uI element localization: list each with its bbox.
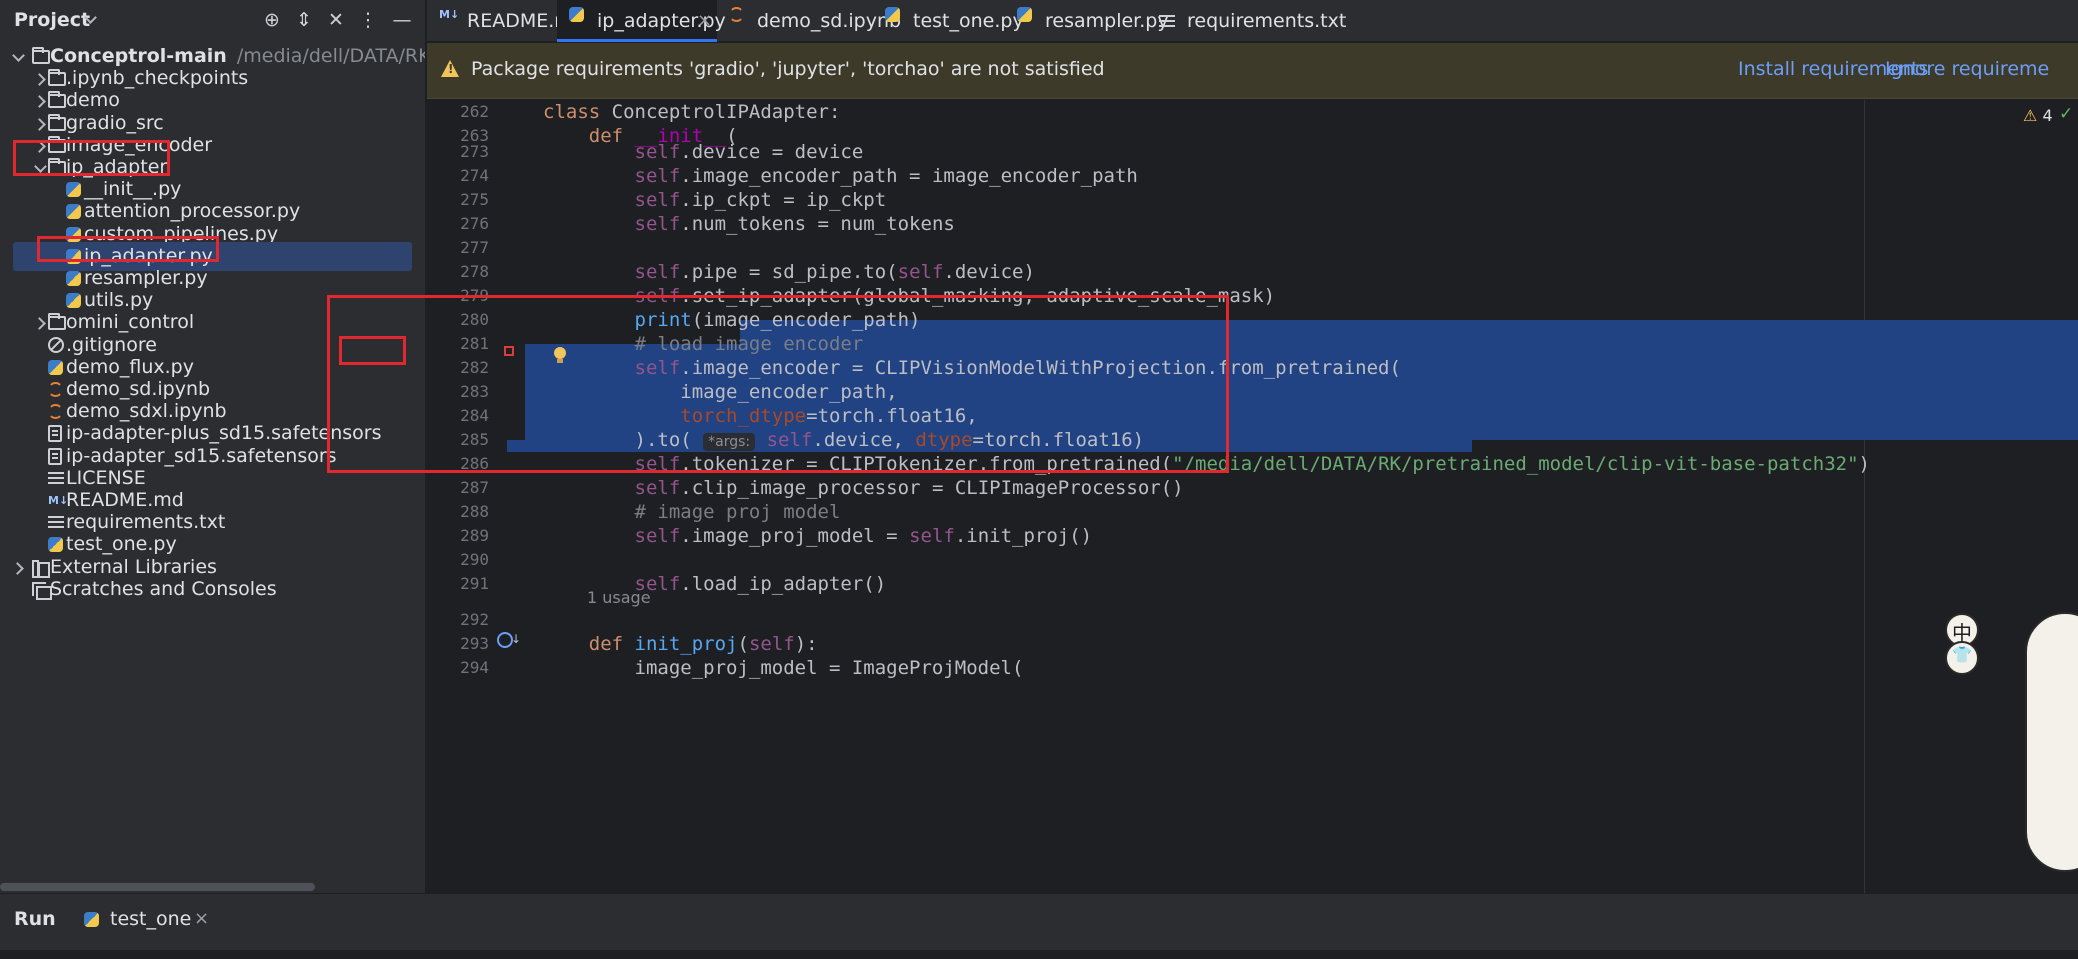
warning-icon: [441, 60, 459, 77]
folder-icon: [48, 313, 66, 331]
tab-close-icon[interactable]: ×: [697, 0, 712, 42]
run-tab-label: test_one: [110, 908, 192, 930]
inspection-ok-icon: ✓: [2059, 104, 2074, 124]
tab-test-one-py[interactable]: test_one.py: [873, 0, 1024, 42]
tab-demo-sd-ipynb[interactable]: demo_sd.ipynb: [717, 0, 901, 42]
sticker-char-2: 👕: [1952, 645, 1972, 664]
folder-icon: [48, 91, 66, 109]
tree-item-scratches-and-consoles[interactable]: Scratches and Consoles: [0, 575, 425, 604]
file-icon: [48, 447, 62, 465]
warning-count-value: 4: [2042, 106, 2053, 125]
python-file-icon: [66, 226, 81, 242]
tree-item-text: Scratches and Consoles: [50, 577, 277, 600]
project-header: Project ⊕ ⇕ ✕ ⋮ —: [0, 0, 425, 40]
intention-bulb-icon[interactable]: [553, 347, 567, 365]
close-all-icon[interactable]: ✕: [322, 6, 350, 34]
run-toolwindow: Run test_one ×: [0, 893, 2078, 959]
tree-item-label: Scratches and Consoles: [50, 575, 277, 604]
python-file-icon: [66, 248, 81, 264]
tab-ip-adapter-py[interactable]: ip_adapter.py ×: [557, 0, 726, 42]
text-file-icon: [48, 514, 64, 531]
markdown-icon: M↓: [439, 8, 460, 21]
file-icon: [48, 425, 62, 443]
python-file-icon: [48, 537, 63, 553]
code-line[interactable]: self.num_tokens = num_tokens: [543, 208, 955, 240]
python-file-icon: [84, 912, 99, 927]
options-menu-icon[interactable]: ⋮: [354, 6, 382, 34]
notebook-icon: [48, 382, 63, 397]
locate-file-icon[interactable]: ⊕: [258, 6, 286, 34]
run-output-area: [0, 950, 2078, 959]
folder-icon: [48, 158, 66, 175]
folder-icon: [48, 135, 66, 153]
warning-count[interactable]: ⚠ 4: [2023, 106, 2053, 125]
python-file-icon: [885, 7, 900, 22]
folder-icon: [48, 69, 66, 87]
project-title[interactable]: Project: [14, 9, 90, 31]
code-line[interactable]: self.image_proj_model = self.init_proj(): [543, 520, 1093, 552]
hide-panel-icon[interactable]: —: [388, 6, 416, 34]
horizontal-scrollbar[interactable]: [0, 883, 315, 891]
tab-readme-md[interactable]: M↓ README.md: [427, 0, 585, 42]
python-file-icon: [48, 359, 63, 375]
run-title[interactable]: Run: [14, 908, 56, 930]
ignore-requirements-link[interactable]: Ignore requireme: [1885, 58, 2049, 80]
editor: M↓ README.md ip_adapter.py × demo_sd.ipynb te…: [427, 0, 2078, 893]
expand-collapse-icon[interactable]: ⇕: [290, 6, 318, 34]
usage-hint[interactable]: 1 usage: [587, 582, 651, 614]
notebook-icon: [729, 7, 744, 22]
code-line[interactable]: image_proj_model = ImageProjModel(: [543, 652, 1024, 684]
run-tab-close-icon[interactable]: ×: [194, 908, 209, 929]
code-area[interactable]: class ConceptrolIPAdapter: def __init__(…: [427, 100, 2078, 893]
folder-icon: [48, 113, 66, 131]
editor-tabs: M↓ README.md ip_adapter.py × demo_sd.ipynb te…: [427, 0, 2078, 42]
sticker-decoration: [2025, 612, 2078, 872]
python-file-icon: [66, 271, 81, 286]
banner-message: Package requirements 'gradio', 'jupyter'…: [471, 58, 1105, 80]
python-file-icon: [569, 7, 584, 22]
scratches-icon: [32, 581, 52, 600]
python-file-icon: [66, 293, 81, 309]
requirements-banner: Package requirements 'gradio', 'jupyter'…: [427, 43, 2078, 99]
python-file-icon: [66, 182, 81, 198]
library-icon: [32, 559, 50, 578]
python-file-icon: [1017, 7, 1032, 22]
tab-label: requirements.txt: [1187, 10, 1347, 32]
markdown-icon: M↓: [48, 494, 69, 507]
ignore-file-icon: [48, 336, 64, 353]
notebook-icon: [48, 404, 63, 420]
tab-resampler-py[interactable]: resampler.py: [1005, 0, 1169, 42]
tab-requirements-txt[interactable]: requirements.txt: [1147, 0, 1346, 42]
project-panel: Project ⊕ ⇕ ✕ ⋮ — Conceptrol-main/media/…: [0, 0, 426, 893]
python-file-icon: [66, 204, 81, 220]
text-file-icon: [48, 470, 64, 487]
folder-icon: [32, 47, 50, 64]
text-file-icon: [1159, 13, 1175, 29]
selection-highlight: [740, 320, 2078, 344]
